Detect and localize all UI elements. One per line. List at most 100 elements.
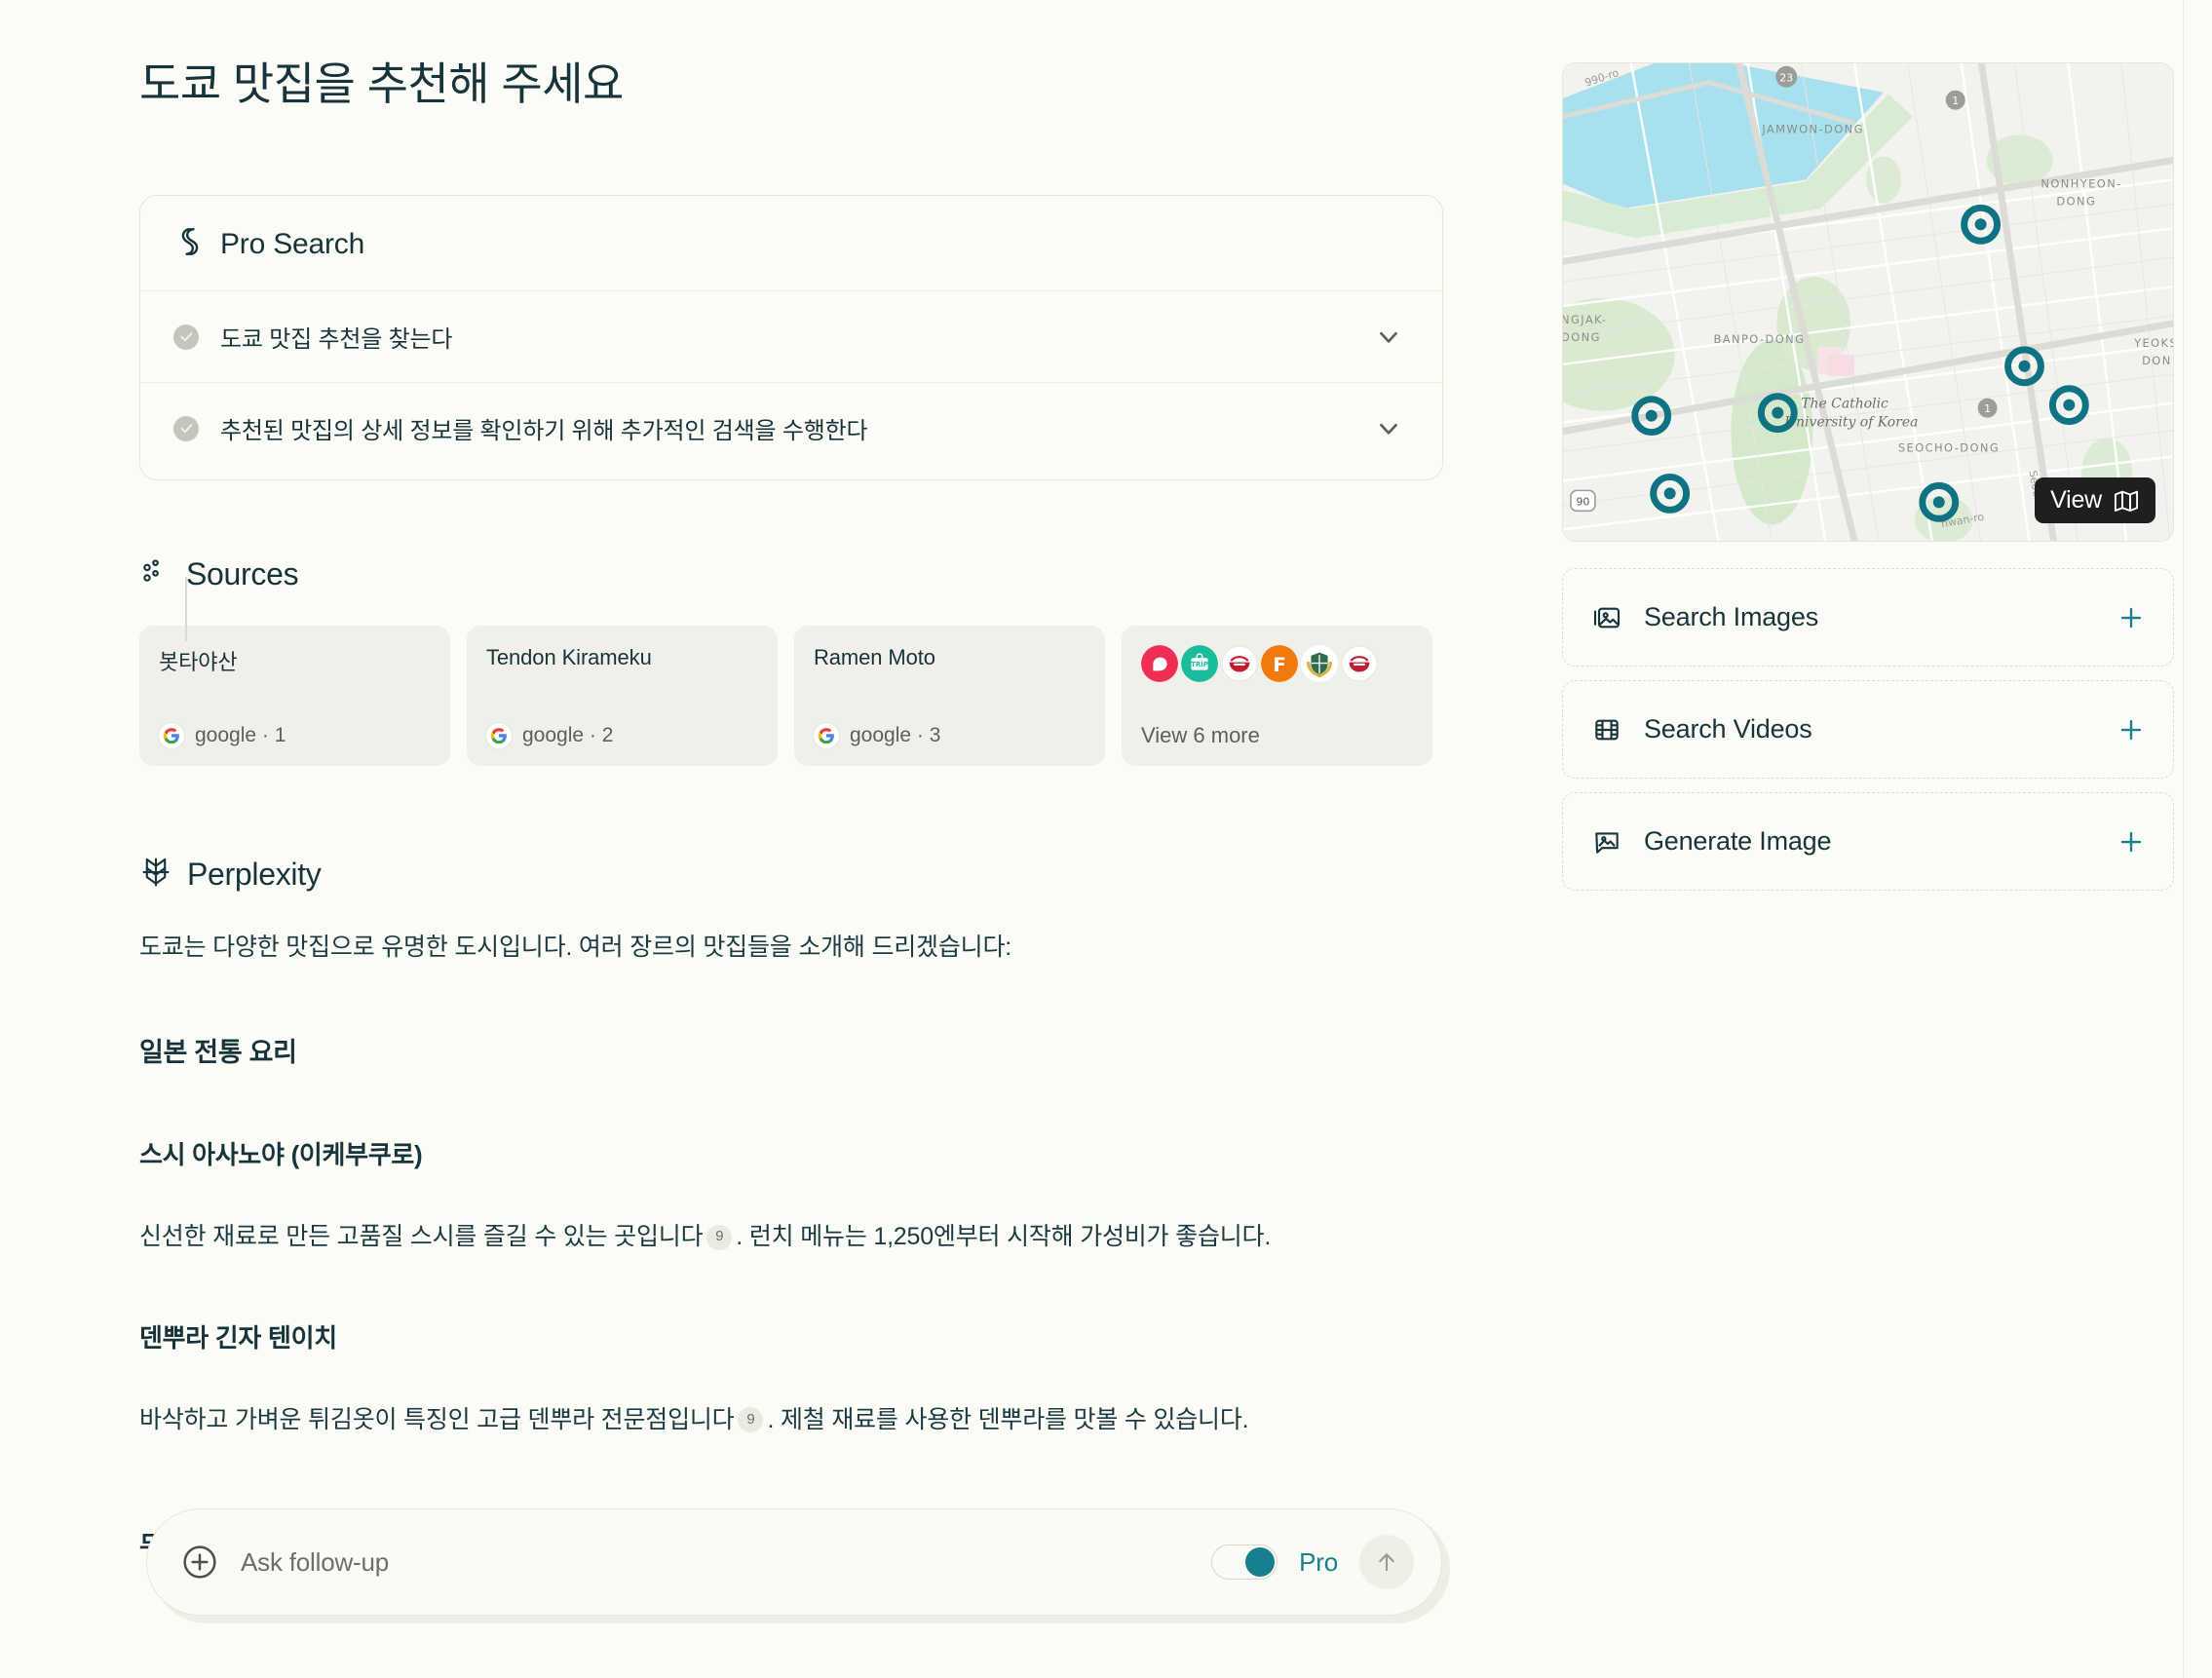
check-circle-icon xyxy=(173,415,199,441)
chat-bubble-favicon xyxy=(1141,645,1178,682)
source-name: 봇타야산 xyxy=(159,650,238,674)
svg-text:23: 23 xyxy=(1779,72,1793,85)
map-label: DONG xyxy=(1563,330,1601,344)
plus-icon[interactable] xyxy=(2117,603,2146,632)
route-shield: 23 xyxy=(1775,65,1798,88)
source-provider: google · 3 xyxy=(850,724,941,746)
paragraph-text-after: . 제철 재료를 사용한 덴뿌라를 맛볼 수 있습니다. xyxy=(767,1405,1249,1433)
followup-input[interactable] xyxy=(241,1546,1191,1578)
pro-toggle[interactable] xyxy=(1211,1545,1278,1580)
source-meta: google · 2 xyxy=(486,723,758,748)
sidebar-action-search-videos[interactable]: Search Videos xyxy=(1562,680,2174,779)
paragraph-text-after: . 런치 메뉴는 1,250엔부터 시작해 가성비가 좋습니다. xyxy=(736,1223,1272,1251)
sidebar-action-label: Search Videos xyxy=(1644,714,1812,744)
svg-text:TRIP: TRIP xyxy=(1191,661,1207,668)
view-more-sources-card[interactable]: TRIP F View 6 more xyxy=(1122,626,1432,766)
sidebar-action-generate-image[interactable]: Generate Image xyxy=(1562,792,2174,891)
submit-button[interactable] xyxy=(1359,1535,1414,1589)
map-view-button[interactable]: View xyxy=(2035,477,2155,523)
sidebar-action-label: Search Images xyxy=(1644,602,1818,631)
pro-toggle-label: Pro xyxy=(1299,1546,1338,1577)
route-shield: 1 xyxy=(1945,90,1965,110)
toggle-knob xyxy=(1245,1547,1276,1577)
map-label: JAMWON-DONG xyxy=(1761,123,1864,136)
answer-item-paragraph: 바삭하고 가벼운 튀김옷이 특징인 고급 덴뿌라 전문점입니다 9. 제철 재료를… xyxy=(139,1400,1450,1440)
citation-badge[interactable]: 9 xyxy=(738,1407,764,1433)
map-label: NGJAK- xyxy=(1563,313,1607,326)
source-provider: google · 2 xyxy=(522,724,614,746)
pro-search-title: Pro Search xyxy=(220,227,365,260)
answer-item-heading: 덴뿌라 긴자 텐이치 xyxy=(139,1322,337,1353)
sidebar-action-label: Generate Image xyxy=(1644,826,1832,856)
main-content-column: 도쿄 맛집을 추천해 주세요 Pro Search 도쿄 맛집 추천을 찾는다 … xyxy=(139,0,1465,1678)
svg-text:1: 1 xyxy=(1984,402,1991,415)
pro-search-spiral-icon xyxy=(173,225,207,263)
pro-search-step-label: 추천된 맛집의 상세 정보를 확인하기 위해 추가적인 검색을 수행한다 xyxy=(220,418,868,444)
sources-dots-icon xyxy=(139,556,171,592)
check-circle-icon xyxy=(173,324,199,350)
source-meta: google · 1 xyxy=(159,723,431,748)
map-icon xyxy=(2113,487,2140,515)
answer-item-paragraph: 신선한 재료로 만든 고품질 스시를 즐길 수 있는 곳입니다 9. 런치 메뉴는… xyxy=(139,1217,1450,1257)
source-card[interactable]: 봇타야산 google · 1 xyxy=(139,626,450,766)
page-title: 도쿄 맛집을 추천해 주세요 xyxy=(139,58,624,109)
followup-composer: Pro xyxy=(146,1508,1450,1623)
sources-header: Sources xyxy=(139,556,299,592)
map-label: DONG xyxy=(2056,194,2096,208)
paragraph-text-before: 신선한 재료로 만든 고품질 스시를 즐길 수 있는 곳입니다 xyxy=(139,1223,704,1251)
video-film-icon xyxy=(1591,714,1622,745)
map-canvas: JAMWON-DONG NONHYEON- DONG BANPO-DONG NG… xyxy=(1563,63,2173,541)
plus-icon[interactable] xyxy=(2117,827,2146,857)
pro-search-card: Pro Search 도쿄 맛집 추천을 찾는다 추천된 맛집의 상세 정보를 … xyxy=(139,195,1443,641)
google-icon xyxy=(159,723,184,748)
source-card[interactable]: Ramen Moto google · 3 xyxy=(794,626,1105,766)
map-label: YEOKS xyxy=(2133,336,2173,350)
pro-search-header: Pro Search xyxy=(140,196,1442,290)
answer-intro: 도쿄는 다양한 맛집으로 유명한 도시입니다. 여러 장르의 맛집들을 소개해 … xyxy=(139,934,1012,961)
citation-badge[interactable]: 9 xyxy=(706,1224,733,1250)
svg-text:90: 90 xyxy=(1576,495,1589,508)
svg-text:F: F xyxy=(1273,653,1286,676)
app-root: 도쿄 맛집을 추천해 주세요 Pro Search 도쿄 맛집 추천을 찾는다 … xyxy=(0,0,2212,1678)
map-label-poi: University of Korea xyxy=(1784,415,1918,431)
images-icon xyxy=(1591,602,1622,633)
sources-grid: 봇타야산 google · 1 Tendon Kirameku google ·… xyxy=(139,626,1443,766)
source-card[interactable]: Tendon Kirameku google · 2 xyxy=(467,626,778,766)
foursquare-f-favicon: F xyxy=(1261,645,1298,682)
right-edge-divider xyxy=(2183,0,2184,1678)
answer-item-heading: 스시 아사노야 (이케부쿠로) xyxy=(139,1140,423,1170)
crest-favicon xyxy=(1301,645,1338,682)
source-favicon-cluster: TRIP F xyxy=(1141,645,1413,682)
sources-title: Sources xyxy=(186,556,299,591)
pro-search-step-1[interactable]: 도쿄 맛집 추천을 찾는다 xyxy=(140,290,1442,382)
source-provider: google · 1 xyxy=(195,724,286,746)
step-connector-line xyxy=(185,577,187,641)
plus-icon[interactable] xyxy=(2117,715,2146,744)
answer-title: Perplexity xyxy=(187,857,322,892)
source-name: Tendon Kirameku xyxy=(486,645,652,669)
pro-search-step-2[interactable]: 추천된 맛집의 상세 정보를 확인하기 위해 추가적인 검색을 수행한다 xyxy=(140,382,1442,474)
right-sidebar: JAMWON-DONG NONHYEON- DONG BANPO-DONG NG… xyxy=(1562,62,2174,904)
map-label: BANPO-DONG xyxy=(1714,332,1806,346)
generate-image-icon xyxy=(1591,826,1622,858)
chevron-down-icon[interactable] xyxy=(1374,323,1403,352)
plus-circle-icon[interactable] xyxy=(180,1543,219,1582)
pro-search-step-label: 도쿄 맛집 추천을 찾는다 xyxy=(220,326,453,353)
perplexity-logo-icon xyxy=(139,856,172,894)
route-shield: 90 xyxy=(1570,489,1596,513)
map-widget[interactable]: JAMWON-DONG NONHYEON- DONG BANPO-DONG NG… xyxy=(1562,62,2174,542)
answer-section-heading: 일본 전통 요리 xyxy=(139,1037,297,1067)
route-shield: 1 xyxy=(1977,398,1998,418)
answer-body: 도쿄는 다양한 맛집으로 유명한 도시입니다. 여러 장르의 맛집들을 소개해 … xyxy=(139,928,1450,1567)
map-label-poi: The Catholic xyxy=(1801,397,1888,412)
map-label: SEOCHO-DONG xyxy=(1898,441,2000,455)
ramen-bowl-favicon xyxy=(1221,645,1258,682)
sidebar-actions: Search Images Search Videos Generate Ima… xyxy=(1562,568,2174,891)
chevron-down-icon[interactable] xyxy=(1374,414,1403,443)
source-name: Ramen Moto xyxy=(814,645,935,669)
google-icon xyxy=(486,723,512,748)
google-icon xyxy=(814,723,839,748)
sidebar-action-search-images[interactable]: Search Images xyxy=(1562,568,2174,667)
pro-search-steps: 도쿄 맛집 추천을 찾는다 추천된 맛집의 상세 정보를 확인하기 위해 추가적… xyxy=(140,290,1442,641)
map-label: DON xyxy=(2142,354,2172,367)
